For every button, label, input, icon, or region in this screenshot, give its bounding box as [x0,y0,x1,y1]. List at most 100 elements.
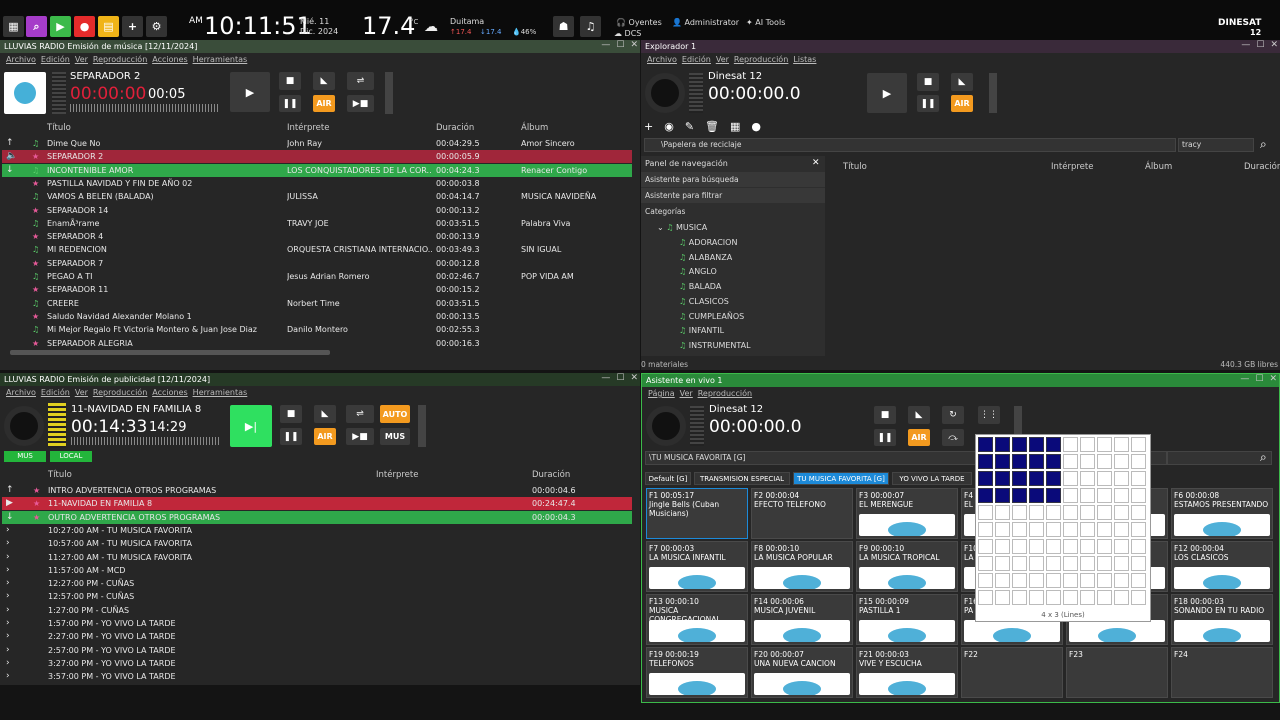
menu-item[interactable]: Ver [75,55,88,64]
next-button[interactable]: ▶■ [347,95,374,112]
grid-cell[interactable] [1063,539,1078,554]
nav-filter-wizard[interactable]: Asistente para filtrar [641,188,825,203]
grid-cell[interactable] [1097,522,1112,537]
cart-cell[interactable]: F9 00:00:10 LA MUSICA TROPICAL [856,541,958,592]
grid-cell[interactable] [1097,590,1112,605]
menu-item[interactable]: Acciones [152,388,187,397]
record-icon[interactable]: ● [74,16,95,37]
menu-item[interactable]: Ver [716,55,729,64]
cart-cell[interactable]: F13 00:00:10MUSICA CONGREGACIONAL [646,594,748,645]
grid-cell[interactable] [1114,522,1129,537]
grid-cell[interactable] [1012,556,1027,571]
play-button[interactable]: ▶ [230,72,270,112]
table-row[interactable]: ★ SEPARADOR 11 00:00:15.2 [2,283,632,296]
grid-cell[interactable] [978,539,993,554]
cart-cell[interactable]: F24 [1171,647,1273,698]
col-artist[interactable]: Intérprete [287,123,329,133]
menu-item[interactable]: Reproducción [93,388,147,397]
grid-cell[interactable] [1114,590,1129,605]
grid-cell[interactable] [1097,556,1112,571]
window-controls[interactable]: — ☐ ✕ [601,373,638,383]
cart-cell[interactable]: F15 00:00:09 PASTILLA 1 [856,594,958,645]
air-button[interactable]: AIR [951,95,973,112]
horizontal-scrollbar[interactable] [10,350,330,355]
table-row[interactable]: ↓ ♫ INCONTENIBLE AMOR LOS CONQUISTADORES DE… [2,163,632,177]
grid-cell[interactable] [1046,505,1061,520]
fade-button[interactable]: ◣ [313,72,335,90]
col-artist[interactable]: Intérprete [376,470,418,480]
grid-cell[interactable] [1063,488,1078,503]
local-tag[interactable]: LOCAL [50,451,92,462]
grid-cell[interactable] [1029,437,1044,452]
grid-cell[interactable] [978,505,993,520]
grid-cell[interactable] [1029,454,1044,469]
grid-size-picker[interactable]: 4 x 3 (Lines) [975,434,1151,622]
grid-cell[interactable] [1046,488,1061,503]
skip-button[interactable]: ⇌ [347,72,374,90]
grid-cell[interactable] [1131,573,1146,588]
tab[interactable]: TRANSMISION ESPECIAL [G] [694,472,790,496]
grid-cell[interactable] [1131,522,1146,537]
grid-cell[interactable] [1012,539,1027,554]
cart-cell[interactable]: F2 00:00:04 EFECTO TELEFONO [751,488,853,539]
menu-item[interactable]: Página [648,389,675,398]
col-album[interactable]: Álbum [521,123,548,133]
table-row[interactable]: 🔈 ★ SEPARADOR 2 00:00:05.9 [2,150,632,164]
cart-cell[interactable]: F3 00:00:07 EL MERENGUE [856,488,958,539]
mus-button[interactable]: MUS [380,428,410,445]
tab[interactable]: TU MUSICA FAVORITA [G] [793,472,889,485]
menu-item[interactable]: Edición [41,388,70,397]
grid-cell[interactable] [1114,454,1129,469]
col-album[interactable]: Álbum [1145,162,1172,172]
grid-cell[interactable] [1046,454,1061,469]
grid-cell[interactable] [1080,590,1095,605]
grid-cell[interactable] [1012,471,1027,486]
grid-cell[interactable] [978,573,993,588]
tree-item[interactable]: ♫ BALADA [679,282,721,291]
table-row[interactable]: › 12:27:00 PM - CUÑAS [2,577,632,590]
grid-cell[interactable] [1063,522,1078,537]
music-menu[interactable]: Archivo Edición Ver Reproducción Acciones Her… [6,55,247,64]
menu-item[interactable]: Edición [41,55,70,64]
grid-cell[interactable] [1097,471,1112,486]
window-controls[interactable]: — ☐ ✕ [601,40,638,50]
window-controls[interactable]: — ☐ ✕ [1240,374,1277,384]
grid-cell[interactable] [1063,505,1078,520]
grid-cell[interactable] [995,539,1010,554]
cart-cell[interactable]: F6 00:00:08 ESTAMOS PRESENTANDO [1171,488,1273,539]
grid-cell[interactable] [1097,488,1112,503]
grid-cell[interactable] [1080,471,1095,486]
table-row[interactable]: › 10:57:00 AM - TU MUSICA FAVORITA [2,537,632,550]
menu-item[interactable]: Ver [680,389,693,398]
grid-cell[interactable] [1063,471,1078,486]
table-row[interactable]: › 10:27:00 AM - TU MUSICA FAVORITA [2,524,632,537]
cart-cell[interactable]: F7 00:00:03 LA MUSICA INFANTIL [646,541,748,592]
grid-cell[interactable] [1131,437,1146,452]
tree-item[interactable]: ♫ INFANTIL [679,326,724,335]
grid-cell[interactable] [1012,505,1027,520]
live-menu[interactable]: Página Ver Reproducción [648,389,752,398]
add-icon[interactable]: + [644,120,653,133]
grid-cell[interactable] [1029,573,1044,588]
grid-cell[interactable] [1029,505,1044,520]
search-icon[interactable]: ⌕ [1260,450,1267,465]
grid-cell[interactable] [1080,488,1095,503]
grid-cell[interactable] [1080,539,1095,554]
grid-cell[interactable] [1012,488,1027,503]
grid-cell[interactable] [1063,437,1078,452]
grid-cell[interactable] [995,573,1010,588]
tab[interactable]: Default [G] [645,472,691,485]
table-row[interactable]: › 1:27:00 PM - CUÑAS [2,604,632,617]
cart-cell[interactable]: F1 00:05:17 Jingle Bells (Cuban Musicians… [646,488,748,539]
ai-tools[interactable]: ✦ AI Tools [746,18,785,27]
table-row[interactable]: › 2:57:00 PM - YO VIVO LA TARDE [2,644,632,657]
menu-item[interactable]: Acciones [152,55,187,64]
grid-cell[interactable] [1097,573,1112,588]
grid-cell[interactable] [1131,556,1146,571]
grid-cell[interactable] [1029,488,1044,503]
grid-cell[interactable] [1046,437,1061,452]
grid-cell[interactable] [1029,539,1044,554]
record-icon[interactable]: ● [751,120,761,133]
col-title[interactable]: Título [48,470,72,480]
table-row[interactable]: › 1:57:00 PM - YO VIVO LA TARDE [2,617,632,630]
